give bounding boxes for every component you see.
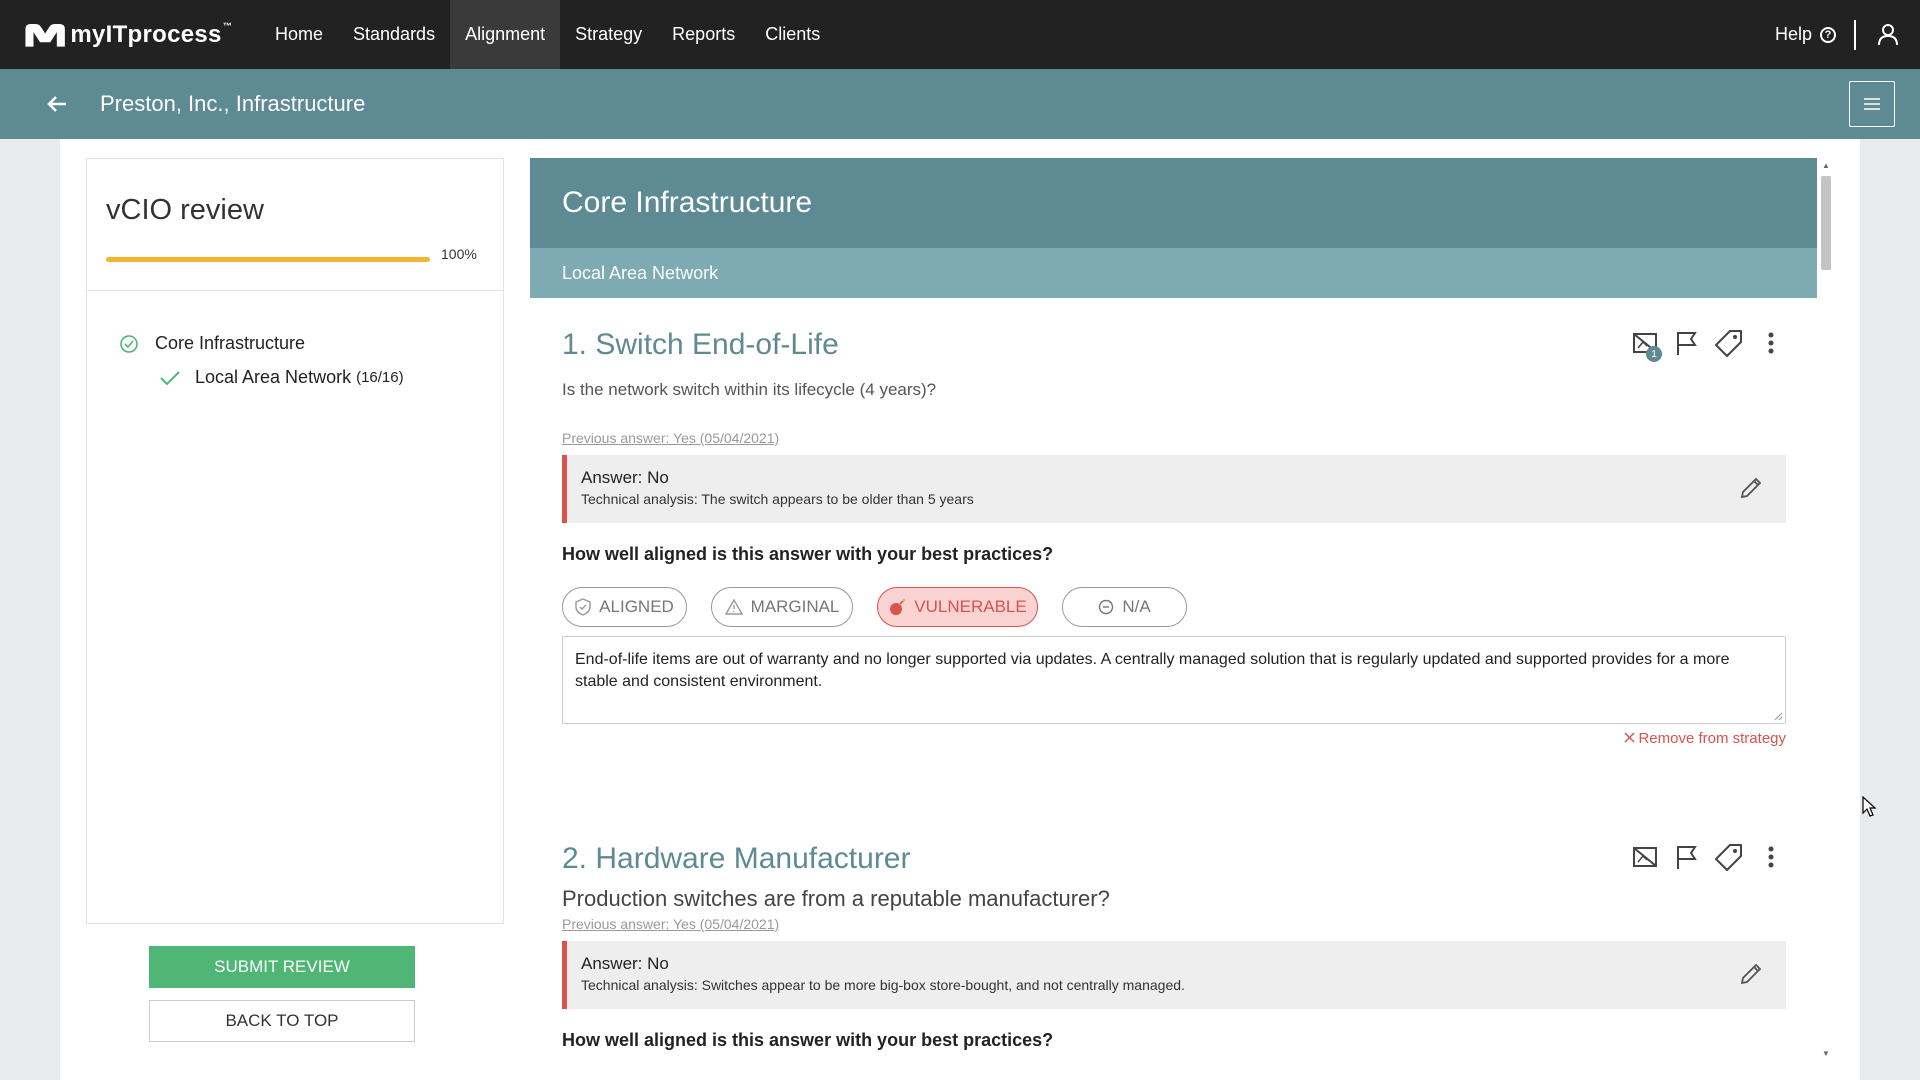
aligned-label: ALIGNED [599,597,674,616]
scroll-up-icon[interactable]: ▲ [1817,158,1835,172]
review-progress-bar [106,257,430,262]
scroll-down-icon[interactable]: ▼ [1817,1046,1835,1060]
scroll-thumb[interactable] [1821,176,1831,270]
nav-item-alignment[interactable]: Alignment [450,0,561,69]
more-vertical-icon[interactable] [1756,842,1786,872]
question-actions [1630,842,1786,872]
bomb-icon [890,598,906,615]
nav-item-reports[interactable]: Reports [657,0,750,69]
technical-analysis: Technical analysis: Switches appear to b… [581,977,1185,993]
tag-icon[interactable] [1714,842,1744,872]
nav-item-standards[interactable]: Standards [338,0,450,69]
nav-item-strategy[interactable]: Strategy [560,0,657,69]
answer-label: Answer: No [581,954,669,973]
logo-mark-icon [25,23,65,47]
answer-box: Answer: No Technical analysis: Switches … [562,941,1786,1009]
alignment-question: How well aligned is this answer with you… [562,1030,1054,1050]
top-navbar: myITprocess™ Home Standards Alignment St… [0,0,1920,69]
question-2: 2. Hardware Manufacturer Production swit… [562,842,1786,1051]
warning-icon [724,599,743,615]
vulnerable-option[interactable]: VULNERABLE [877,587,1038,627]
review-content: Core Infrastructure Local Area Network 1… [530,158,1817,1060]
technical-analysis: Technical analysis: The switch appears t… [581,491,974,507]
answer-label: Answer: No [581,468,669,487]
na-option[interactable]: N/A [1062,587,1187,627]
check-icon [160,370,180,385]
pencil-icon[interactable] [1738,475,1764,501]
marginal-label: MARGINAL [750,597,840,616]
back-to-top-button[interactable]: BACK TO TOP [149,1000,415,1042]
vulnerable-label: VULNERABLE [914,597,1027,616]
help-label: Help [1774,24,1812,44]
aligned-option[interactable]: ALIGNED [562,587,687,627]
tree-item-label: Local Area Network [195,367,352,387]
review-title: vCIO review [106,194,264,226]
flag-icon[interactable] [1672,328,1702,358]
section-title: Core Infrastructure [530,158,1817,248]
question-text: Production switches are from a reputable… [562,886,1110,911]
tag-icon[interactable] [1714,328,1744,358]
progress-percent: 100% [441,246,477,262]
marginal-option[interactable]: MARGINAL [711,587,853,627]
more-vertical-icon[interactable] [1756,328,1786,358]
attachment-count-badge: 1 [1646,346,1662,362]
client-title: Preston, Inc., Infrastructure [100,91,366,116]
tree-section-label: Core Infrastructure [155,333,306,353]
back-arrow-icon[interactable] [46,93,68,115]
tree-item-local-area-network[interactable]: Local Area Network (16/16) [159,367,404,388]
question-text: Is the network switch within its lifecyc… [562,380,937,399]
user-icon[interactable] [1856,23,1920,46]
notes-text: End-of-life items are out of warranty an… [575,651,1730,690]
question-title: 1. Switch End-of-Life [562,328,839,361]
remove-from-strategy-link[interactable]: Remove from strategy [562,730,1786,747]
alignment-question: How well aligned is this answer with you… [562,544,1054,564]
brand-logo[interactable]: myITprocess™ [24,15,232,55]
shield-icon [575,598,591,616]
notes-textarea[interactable]: End-of-life items are out of warranty an… [562,636,1786,724]
nav-item-home[interactable]: Home [260,0,338,69]
na-label: N/A [1122,597,1151,616]
subsection-title: Local Area Network [530,248,1817,298]
tree-item-count: (16/16) [356,369,404,386]
no-image-icon[interactable]: 1 [1630,328,1662,362]
minus-circle-icon [1099,599,1114,615]
mouse-cursor-icon [1862,796,1877,817]
question-title: 2. Hardware Manufacturer [562,842,911,875]
main-nav: Home Standards Alignment Strategy Report… [260,0,835,69]
check-circle-icon [120,334,138,353]
previous-answer-link[interactable]: Previous answer: Yes (05/04/2021) [562,430,1786,446]
client-header: Preston, Inc., Infrastructure [0,69,1920,139]
help-icon: ? [1820,26,1836,43]
review-header: vCIO review 100% [87,159,503,291]
review-sidebar: vCIO review 100% Core Infrastructure Loc… [86,158,504,924]
no-image-icon[interactable] [1630,842,1660,872]
question-actions: 1 [1630,328,1786,362]
answer-box: Answer: No Technical analysis: The switc… [562,455,1786,523]
nav-right: Help ? [1775,0,1920,69]
tree-section-core-infrastructure[interactable]: Core Infrastructure [119,333,305,354]
hamburger-icon[interactable] [1849,81,1895,127]
alignment-options: ALIGNED MARGINAL VULNERABLE N/A [562,587,1786,627]
previous-answer-link[interactable]: Previous answer: Yes (05/04/2021) [562,916,1786,932]
remove-label: Remove from strategy [1638,730,1786,747]
close-icon [1624,732,1635,743]
nav-item-clients[interactable]: Clients [750,0,835,69]
help-link[interactable]: Help ? [1775,24,1854,45]
pencil-icon[interactable] [1738,961,1764,987]
submit-review-button[interactable]: SUBMIT REVIEW [149,946,415,988]
question-1: 1. Switch End-of-Life 1 Is the network s… [562,328,1786,747]
flag-icon[interactable] [1672,842,1702,872]
progress-fill [106,257,430,262]
brand-name: myITprocess™ [70,20,232,48]
content-scrollbar[interactable]: ▲ ▼ [1817,158,1835,1060]
resize-grip-icon[interactable] [1773,711,1783,721]
